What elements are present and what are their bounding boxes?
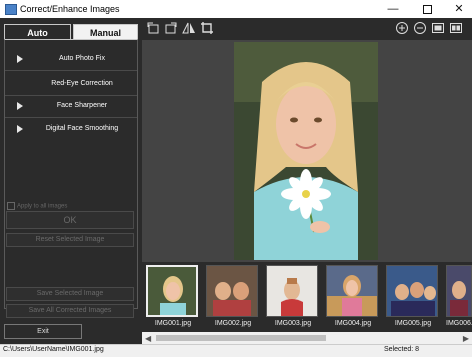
apply-to-all-checkbox[interactable]: Apply to all images [7, 202, 67, 210]
flip-icon[interactable] [182, 21, 196, 35]
thumbnail-image [386, 265, 438, 317]
red-eye-correction-item[interactable]: Red-Eye Correction [5, 73, 137, 96]
face-sharpener-item[interactable]: Face Sharpener [5, 95, 137, 118]
selected-count: Selected: 8 [384, 346, 420, 353]
thumbnail-item[interactable]: IMG002.jpg [206, 265, 260, 331]
preview-photo[interactable] [234, 42, 378, 260]
full-screen-icon[interactable] [431, 21, 445, 35]
exit-button[interactable]: Exit [4, 324, 82, 339]
tab-manual[interactable]: Manual [73, 24, 138, 40]
thumbnail-image [146, 265, 198, 317]
thumbnail-item[interactable]: IMG005.jpg [386, 265, 440, 331]
status-bar: C:\Users\UserName\IMG001.jpg Selected: 8 [0, 344, 472, 357]
left-panel: Auto Manual Auto Photo Fix Red-Eye Corre… [0, 18, 142, 344]
rotate-right-icon[interactable] [164, 21, 178, 35]
save-all-corrected-images-button[interactable]: Save All Corrected Images [6, 304, 134, 318]
thumbnail-image [266, 265, 318, 317]
toolbar [142, 18, 472, 40]
thumbnail-label: IMG002.jpg [214, 320, 252, 327]
scroll-left-icon[interactable]: ◀ [145, 334, 151, 343]
thumbnail-image [206, 265, 258, 317]
file-path: C:\Users\UserName\IMG001.jpg [3, 346, 104, 353]
maximize-button[interactable] [414, 1, 440, 17]
face-sharpener-label: Face Sharpener [56, 102, 108, 109]
ok-button[interactable]: OK [6, 211, 134, 229]
reset-selected-image-button[interactable]: Reset Selected Image [6, 233, 134, 247]
tab-auto[interactable]: Auto [4, 24, 71, 40]
title-bar: Correct/Enhance Images — ✕ [0, 0, 472, 18]
zoom-out-icon[interactable] [413, 21, 427, 35]
expand-arrow-icon[interactable] [17, 125, 23, 133]
expand-arrow-icon[interactable] [17, 55, 23, 63]
scrollbar-thumb[interactable] [156, 335, 326, 341]
thumbnail-label: IMG003.jpg [274, 320, 312, 327]
checkbox-icon [7, 202, 15, 210]
save-selected-image-button[interactable]: Save Selected Image [6, 287, 134, 301]
close-button[interactable]: ✕ [446, 1, 472, 17]
thumbnail-label: IMG001.jpg [154, 320, 192, 327]
crop-icon[interactable] [200, 21, 214, 35]
thumbnail-item[interactable]: IMG004.jpg [326, 265, 380, 331]
app-icon [5, 4, 17, 15]
auto-tab-body: Auto Photo Fix Red-Eye Correction Face S… [4, 39, 138, 309]
digital-face-smoothing-label: Digital Face Smoothing [45, 125, 119, 132]
horizontal-scrollbar[interactable]: ◀ ▶ [142, 332, 472, 344]
window-title: Correct/Enhance Images [20, 4, 120, 14]
minimize-button[interactable]: — [380, 1, 406, 17]
rotate-left-icon[interactable] [146, 21, 160, 35]
thumbnail-item[interactable]: IMG001.jpg [146, 265, 200, 331]
thumbnail-label: IMG005.jpg [394, 320, 432, 327]
red-eye-correction-label: Red-Eye Correction [51, 80, 113, 87]
thumbnail-image [326, 265, 378, 317]
thumbnail-image [446, 265, 472, 317]
image-preview-area [142, 40, 472, 262]
thumbnail-item[interactable]: IMG006.jpg [446, 265, 472, 331]
expand-arrow-icon[interactable] [17, 102, 23, 110]
scroll-right-icon[interactable]: ▶ [463, 334, 469, 343]
thumbnail-label: IMG006.jpg [446, 320, 472, 327]
thumbnail-item[interactable]: IMG003.jpg [266, 265, 320, 331]
auto-photo-fix-item[interactable]: Auto Photo Fix [5, 48, 137, 71]
thumbnail-strip: IMG001.jpg IMG002.jpg IMG003.jpg IMG004.… [142, 262, 472, 332]
zoom-in-icon[interactable] [395, 21, 409, 35]
apply-to-all-label: Apply to all images [17, 203, 68, 210]
auto-photo-fix-label: Auto Photo Fix [59, 55, 105, 62]
thumbnail-label: IMG004.jpg [334, 320, 372, 327]
maximize-icon [422, 4, 432, 14]
compare-icon[interactable] [449, 21, 463, 35]
digital-face-smoothing-item[interactable]: Digital Face Smoothing [5, 118, 137, 140]
